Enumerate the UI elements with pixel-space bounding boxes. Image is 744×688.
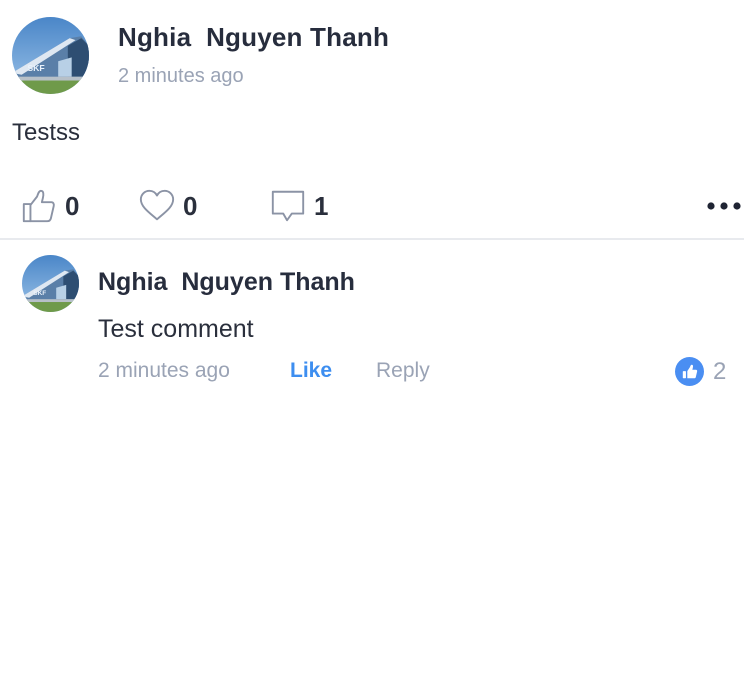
post-like-count: 0 [65, 190, 80, 221]
comment-bubble-icon [271, 190, 305, 222]
svg-text:SKF: SKF [27, 63, 44, 73]
svg-text:SKF: SKF [33, 290, 46, 297]
comment-timestamp: 2 minutes ago [98, 359, 230, 382]
post-card: SKF Nghia Nguyen Thanh 2 minutes ago Tes… [0, 0, 744, 240]
comment-author-name[interactable]: Nghia Nguyen Thanh [98, 268, 355, 297]
post-author-name[interactable]: Nghia Nguyen Thanh [118, 22, 389, 53]
post-body-text: Testss [12, 119, 81, 146]
comment-author-avatar[interactable]: SKF [22, 255, 79, 312]
post-like-button[interactable]: 0 [20, 182, 79, 230]
comment-reaction-count: 2 [713, 357, 727, 385]
post-more-button[interactable] [704, 182, 744, 230]
comment-reaction-summary[interactable]: 2 [675, 357, 726, 386]
comment-reply-button[interactable]: Reply [376, 359, 430, 383]
post-action-bar: 0 0 1 [0, 182, 744, 230]
post-heart-button[interactable]: 0 [138, 182, 197, 230]
post-timestamp: 2 minutes ago [118, 65, 244, 87]
comment-like-button[interactable]: Like [290, 359, 332, 383]
avatar-building-image: SKF [12, 17, 89, 94]
post-heart-count: 0 [183, 190, 198, 221]
avatar-building-image: SKF [22, 255, 79, 312]
comment-body-text: Test comment [98, 315, 254, 343]
heart-outline-icon [139, 189, 175, 221]
post-author-avatar[interactable]: SKF [12, 17, 89, 94]
thumbs-up-outline-icon [22, 189, 55, 223]
thumbs-up-icon [682, 364, 697, 378]
post-comment-button[interactable]: 1 [269, 182, 328, 230]
post-comment-count: 1 [314, 190, 329, 221]
comment-item: SKF Nghia Nguyen Thanh Test comment 2 mi… [0, 240, 744, 400]
more-dots-icon [707, 202, 741, 210]
thumbs-up-badge-icon [675, 357, 704, 386]
